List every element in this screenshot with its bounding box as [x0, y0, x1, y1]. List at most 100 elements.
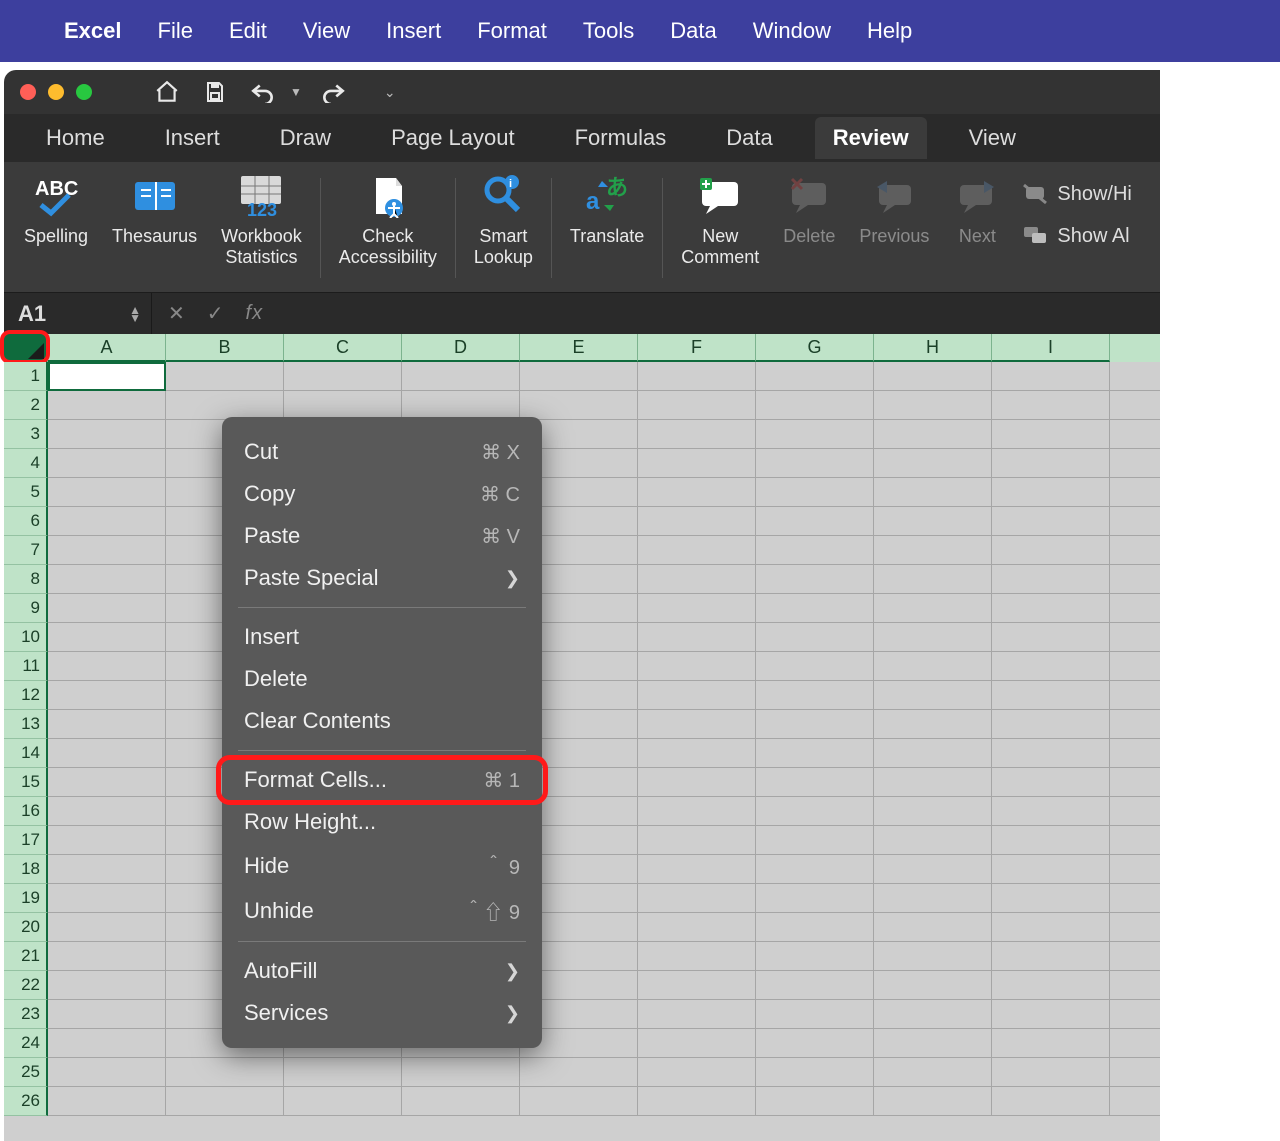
cell[interactable]	[756, 681, 874, 710]
column-header[interactable]: F	[638, 334, 756, 362]
cell[interactable]	[756, 768, 874, 797]
tab-draw[interactable]: Draw	[262, 117, 349, 159]
cell[interactable]	[48, 565, 166, 594]
cell[interactable]	[992, 1029, 1110, 1058]
cell[interactable]	[166, 1087, 284, 1116]
column-header[interactable]: G	[756, 334, 874, 362]
cell[interactable]	[992, 623, 1110, 652]
menu-edit[interactable]: Edit	[229, 18, 267, 44]
cell[interactable]	[874, 855, 992, 884]
cell[interactable]	[48, 420, 166, 449]
cell[interactable]	[638, 594, 756, 623]
menu-format[interactable]: Format	[477, 18, 547, 44]
cell[interactable]	[48, 478, 166, 507]
cell[interactable]	[874, 739, 992, 768]
cell[interactable]	[638, 507, 756, 536]
cell[interactable]	[992, 362, 1110, 391]
cell[interactable]	[48, 942, 166, 971]
column-header[interactable]: C	[284, 334, 402, 362]
cell[interactable]	[992, 710, 1110, 739]
cell[interactable]	[756, 971, 874, 1000]
cell[interactable]	[756, 594, 874, 623]
cell[interactable]	[402, 391, 520, 420]
cell[interactable]	[48, 884, 166, 913]
cell[interactable]	[638, 855, 756, 884]
cell[interactable]	[756, 652, 874, 681]
show-all-comments-button[interactable]: Show Al	[1021, 224, 1131, 248]
row-header[interactable]: 19	[4, 884, 48, 913]
cell[interactable]	[874, 420, 992, 449]
cell[interactable]	[48, 507, 166, 536]
cell[interactable]	[638, 565, 756, 594]
cell[interactable]	[756, 1087, 874, 1116]
cell[interactable]	[756, 855, 874, 884]
cell[interactable]	[166, 362, 284, 391]
cell[interactable]	[992, 652, 1110, 681]
cell[interactable]	[638, 420, 756, 449]
row-header[interactable]: 9	[4, 594, 48, 623]
spelling-button[interactable]: ABC Spelling	[12, 172, 100, 292]
cell[interactable]	[992, 420, 1110, 449]
cell[interactable]	[638, 478, 756, 507]
cell[interactable]	[638, 942, 756, 971]
row-header[interactable]: 6	[4, 507, 48, 536]
ctx-services[interactable]: Services ❯	[222, 992, 542, 1034]
cell[interactable]	[756, 449, 874, 478]
row-header[interactable]: 25	[4, 1058, 48, 1087]
tab-formulas[interactable]: Formulas	[557, 117, 685, 159]
cell[interactable]	[874, 449, 992, 478]
cell[interactable]	[992, 681, 1110, 710]
save-icon[interactable]	[198, 80, 232, 104]
cell[interactable]	[992, 768, 1110, 797]
column-header[interactable]: D	[402, 334, 520, 362]
cell[interactable]	[874, 362, 992, 391]
row-header[interactable]: 20	[4, 913, 48, 942]
cell[interactable]	[992, 536, 1110, 565]
row-header[interactable]: 17	[4, 826, 48, 855]
row-header[interactable]: 18	[4, 855, 48, 884]
cell[interactable]	[756, 565, 874, 594]
cell[interactable]	[874, 681, 992, 710]
cell[interactable]	[48, 1029, 166, 1058]
cell[interactable]	[48, 797, 166, 826]
cell[interactable]	[48, 449, 166, 478]
cell[interactable]	[756, 420, 874, 449]
cell[interactable]	[874, 565, 992, 594]
row-header[interactable]: 23	[4, 1000, 48, 1029]
cell[interactable]	[520, 391, 638, 420]
cell[interactable]	[874, 391, 992, 420]
undo-icon[interactable]	[246, 81, 280, 103]
cell[interactable]	[874, 536, 992, 565]
ctx-insert[interactable]: Insert	[222, 616, 542, 658]
cell[interactable]	[874, 478, 992, 507]
cell[interactable]	[48, 826, 166, 855]
column-header[interactable]: E	[520, 334, 638, 362]
cell[interactable]	[756, 913, 874, 942]
cell[interactable]	[638, 536, 756, 565]
ctx-hide[interactable]: Hide ＾ 9	[222, 843, 542, 888]
cell[interactable]	[992, 884, 1110, 913]
menu-help[interactable]: Help	[867, 18, 912, 44]
cell[interactable]	[48, 362, 166, 391]
cell[interactable]	[756, 942, 874, 971]
previous-comment-button[interactable]: Previous	[847, 172, 941, 292]
cell[interactable]	[520, 1087, 638, 1116]
ctx-cut[interactable]: Cut ⌘ X	[222, 431, 542, 473]
app-name[interactable]: Excel	[64, 18, 122, 44]
cell[interactable]	[874, 1029, 992, 1058]
row-header[interactable]: 7	[4, 536, 48, 565]
cell[interactable]	[48, 1058, 166, 1087]
menu-window[interactable]: Window	[753, 18, 831, 44]
row-header[interactable]: 15	[4, 768, 48, 797]
cell[interactable]	[874, 710, 992, 739]
cell[interactable]	[638, 884, 756, 913]
cell[interactable]	[992, 391, 1110, 420]
tab-insert[interactable]: Insert	[147, 117, 238, 159]
cell[interactable]	[166, 1058, 284, 1087]
row-header[interactable]: 4	[4, 449, 48, 478]
cell[interactable]	[638, 681, 756, 710]
formula-input[interactable]	[279, 293, 1280, 334]
cell[interactable]	[520, 1058, 638, 1087]
cell[interactable]	[874, 826, 992, 855]
cell[interactable]	[992, 942, 1110, 971]
